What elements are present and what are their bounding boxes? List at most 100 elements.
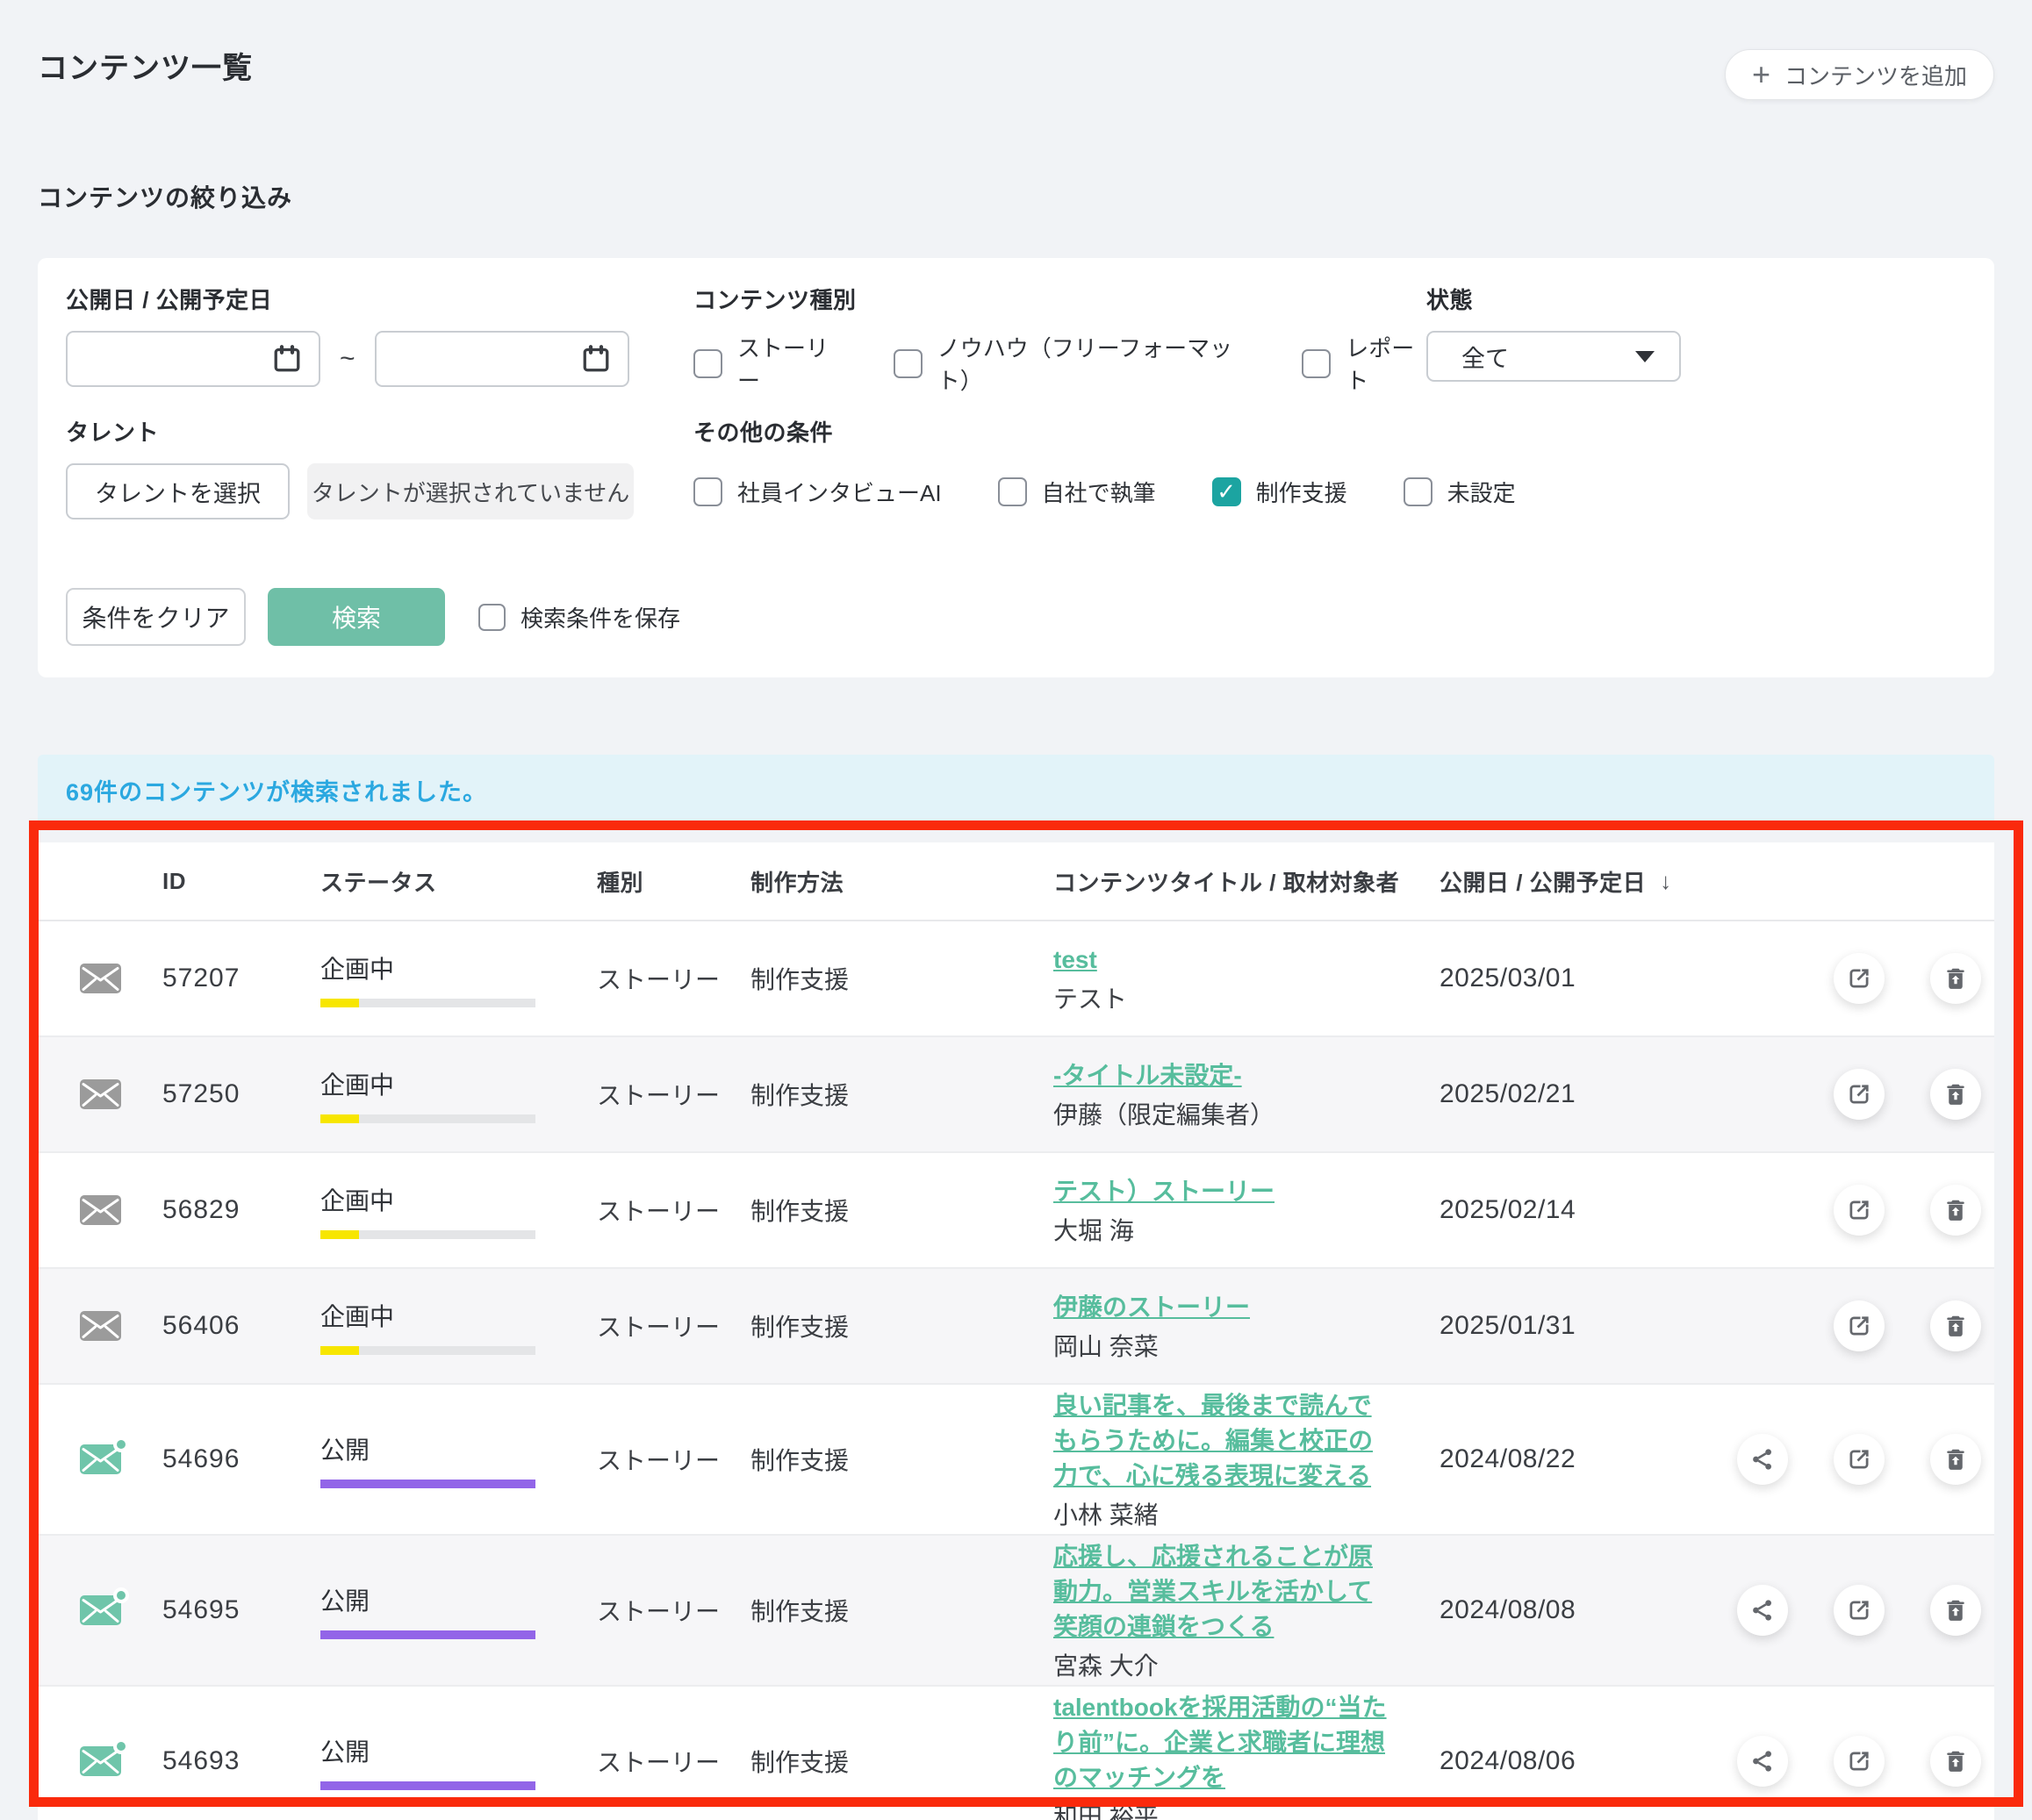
open-in-new-button[interactable] (1834, 1069, 1885, 1120)
envelope-icon (80, 1746, 121, 1776)
envelope-icon (80, 1444, 121, 1474)
status-label: 公開 (320, 1582, 597, 1617)
search-result-banner: 69件のコンテンツが検索されました。 (38, 755, 1994, 825)
sort-descending-icon[interactable]: ↓ (1660, 868, 1672, 895)
column-type: 種別 (597, 865, 750, 898)
checkbox-label: 検索条件を保存 (521, 601, 680, 634)
page-header: コンテンツ一覧 + コンテンツを追加 (38, 0, 1994, 100)
content-title-link[interactable]: 良い記事を、最後まで読んでもらうために。編集と校正の力で、心に残る表現に変える (1053, 1392, 1373, 1489)
content-type: ストーリー (597, 961, 750, 996)
column-date: 公開日 / 公開予定日 (1440, 865, 1646, 898)
checkbox-icon[interactable] (1302, 349, 1331, 378)
open-in-new-button[interactable] (1834, 1434, 1885, 1485)
content-table: ID ステータス 種別 制作方法 コンテンツタイトル / 取材対象者 公開日 /… (38, 842, 1994, 1820)
filter-heading: コンテンツの絞り込み (38, 179, 1994, 214)
open-in-new-button[interactable] (1834, 1301, 1885, 1351)
production-method: 制作支援 (750, 1077, 1053, 1112)
delete-button[interactable] (1930, 1301, 1981, 1351)
other-conditions-label: その他の条件 (693, 420, 1966, 445)
open-in-new-button[interactable] (1834, 1185, 1885, 1236)
content-title-link[interactable]: -タイトル未設定- (1053, 1062, 1242, 1089)
chevron-down-icon (1635, 351, 1655, 362)
progress-bar (320, 1630, 535, 1639)
delete-button[interactable] (1930, 1736, 1981, 1787)
date-from-input[interactable] (66, 331, 320, 387)
calendar-icon (271, 343, 303, 375)
checkbox-icon[interactable] (693, 349, 722, 378)
content-title-link[interactable]: talentbookを採用活動の“当たり前”に。企業と求職者に理想のマッチングを (1053, 1694, 1387, 1791)
table-body: 57207 企画中 ストーリー 制作支援 test テスト 2025/03/01 (38, 921, 1994, 1820)
production-method: 制作支援 (750, 1308, 1053, 1344)
checkbox-interview-ai[interactable]: 社員インタビューAI (693, 476, 942, 508)
checkbox-knowhow[interactable]: ノウハウ（フリーフォーマット） (894, 331, 1248, 396)
subject-name: 大堀 海 (1053, 1216, 1396, 1246)
content-type: ストーリー (597, 1077, 750, 1112)
progress-bar (320, 999, 535, 1007)
checkbox-story[interactable]: ストーリー (693, 331, 839, 396)
checkbox-icon[interactable] (478, 604, 506, 631)
table-row: 56406 企画中 ストーリー 制作支援 伊藤のストーリー 岡山 奈菜 2025… (38, 1269, 1994, 1385)
content-title-link[interactable]: 応援し、応援されることが原動力。営業スキルを活かして笑顔の連鎖をつくる (1053, 1543, 1373, 1640)
table-row: 57250 企画中 ストーリー 制作支援 -タイトル未設定- 伊藤（限定編集者）… (38, 1037, 1994, 1153)
checkbox-label: 未設定 (1447, 476, 1516, 508)
envelope-icon (80, 1079, 121, 1109)
checkbox-report[interactable]: レポート (1302, 331, 1426, 396)
delete-button[interactable] (1930, 1585, 1981, 1636)
production-method: 制作支援 (750, 1193, 1053, 1228)
content-id: 57250 (162, 1079, 320, 1109)
content-id: 56406 (162, 1311, 320, 1341)
publish-date: 2024/08/08 (1440, 1595, 1705, 1625)
share-button[interactable] (1737, 1736, 1788, 1787)
open-in-new-button[interactable] (1834, 953, 1885, 1004)
content-id: 57207 (162, 964, 320, 993)
delete-button[interactable] (1930, 1185, 1981, 1236)
progress-bar (320, 1781, 535, 1790)
status-label: 企画中 (320, 1066, 597, 1101)
publish-date: 2025/02/14 (1440, 1195, 1705, 1225)
checkbox-icon[interactable] (1212, 477, 1241, 506)
progress-bar (320, 1346, 535, 1355)
checkbox-unset[interactable]: 未設定 (1404, 476, 1516, 508)
status-select[interactable]: 全て (1426, 331, 1681, 382)
notification-dot-icon (113, 1587, 129, 1603)
content-title-link[interactable]: test (1053, 946, 1097, 973)
add-content-button[interactable]: + コンテンツを追加 (1725, 49, 1994, 100)
checkbox-inhouse[interactable]: 自社で執筆 (998, 476, 1156, 508)
search-button[interactable]: 検索 (268, 588, 445, 646)
delete-button[interactable] (1930, 953, 1981, 1004)
status-filter-label: 状態 (1426, 288, 1966, 312)
content-type: ストーリー (597, 1593, 750, 1628)
save-search-conditions[interactable]: 検索条件を保存 (478, 601, 680, 634)
notification-dot-icon (113, 1437, 129, 1452)
subject-name: 岡山 奈菜 (1053, 1332, 1396, 1362)
checkbox-icon[interactable] (693, 477, 722, 506)
open-in-new-button[interactable] (1834, 1585, 1885, 1636)
share-button[interactable] (1737, 1434, 1788, 1485)
page-title: コンテンツ一覧 (38, 49, 253, 88)
table-row: 57207 企画中 ストーリー 制作支援 test テスト 2025/03/01 (38, 921, 1994, 1037)
clear-conditions-button[interactable]: 条件をクリア (66, 588, 246, 646)
share-button[interactable] (1737, 1585, 1788, 1636)
checkbox-production-support[interactable]: 制作支援 (1212, 476, 1347, 508)
open-in-new-button[interactable] (1834, 1736, 1885, 1787)
column-method: 制作方法 (750, 865, 1053, 898)
content-title-link[interactable]: テスト）ストーリー (1053, 1178, 1274, 1205)
notification-dot-icon (113, 1738, 129, 1754)
checkbox-icon[interactable] (1404, 477, 1432, 506)
checkbox-icon[interactable] (894, 349, 923, 378)
delete-button[interactable] (1930, 1434, 1981, 1485)
delete-button[interactable] (1930, 1069, 1981, 1120)
subject-name: 和田 裕平 (1053, 1802, 1396, 1820)
filter-panel: 公開日 / 公開予定日 ~ コンテンツ種別 (38, 258, 1994, 677)
publish-date: 2024/08/06 (1440, 1746, 1705, 1776)
status-label: 公開 (320, 1431, 597, 1466)
checkbox-icon[interactable] (998, 477, 1027, 506)
content-type-label: コンテンツ種別 (693, 288, 1426, 312)
talent-select-button[interactable]: タレントを選択 (66, 463, 290, 519)
date-to-input[interactable] (375, 331, 629, 387)
table-header-row: ID ステータス 種別 制作方法 コンテンツタイトル / 取材対象者 公開日 /… (38, 842, 1994, 921)
content-title-link[interactable]: 伊藤のストーリー (1053, 1293, 1250, 1321)
content-id: 54695 (162, 1595, 320, 1625)
publish-date: 2025/02/21 (1440, 1079, 1705, 1109)
content-id: 54693 (162, 1746, 320, 1776)
